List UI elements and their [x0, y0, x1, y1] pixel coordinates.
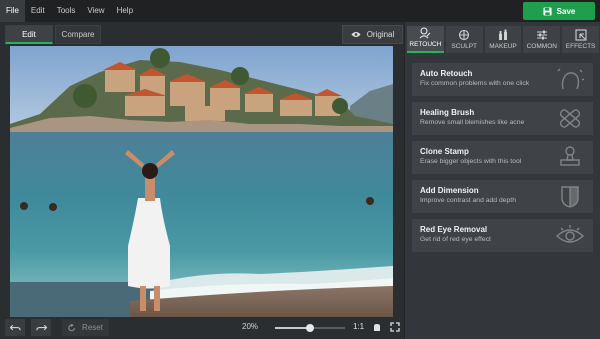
zoom-percent: 20% [242, 322, 259, 331]
save-label: Save [556, 6, 576, 16]
redo-button[interactable] [31, 319, 51, 336]
tab-retouch-label: RETOUCH [409, 41, 442, 48]
view-toolbar: Edit Compare Original [0, 22, 404, 46]
menu-tools[interactable]: Tools [51, 0, 82, 22]
category-tabs: RETOUCH SCULPT MAKEUP COMMON EFFECTS [407, 26, 599, 53]
tab-retouch[interactable]: RETOUCH [407, 26, 444, 53]
redo-icon [35, 324, 47, 330]
menu-view[interactable]: View [81, 0, 110, 22]
tool-auto-retouch[interactable]: Auto Retouch Fix common problems with on… [412, 63, 593, 96]
tab-common[interactable]: COMMON [523, 26, 561, 53]
undo-icon [9, 324, 21, 330]
zoom-slider-thumb[interactable] [306, 324, 314, 332]
menu-file[interactable]: File [0, 0, 25, 22]
menu-bar: File Edit Tools View Help Save [0, 0, 600, 22]
reset-label: Reset [82, 323, 103, 332]
original-button[interactable]: Original [342, 25, 403, 44]
tool-red-eye-removal[interactable]: Red Eye Removal Get rid of red eye effec… [412, 219, 593, 252]
tool-list: Auto Retouch Fix common problems with on… [412, 63, 593, 258]
tool-clone-stamp[interactable]: Clone Stamp Erase bigger objects with th… [412, 141, 593, 174]
undo-button[interactable] [5, 319, 25, 336]
tab-edit[interactable]: Edit [5, 25, 53, 44]
fullscreen-button[interactable] [389, 321, 401, 333]
tools-panel: RETOUCH SCULPT MAKEUP COMMON EFFECTS Aut… [404, 22, 600, 339]
tab-sculpt[interactable]: SCULPT [445, 26, 483, 53]
tab-common-label: COMMON [526, 43, 557, 50]
stamp-icon [560, 146, 580, 166]
sliders-icon [536, 30, 547, 40]
eye-icon [555, 225, 585, 243]
reset-button[interactable]: Reset [62, 319, 109, 336]
original-label: Original [366, 30, 395, 39]
hand-tool-button[interactable] [371, 321, 383, 333]
tool-add-dimension[interactable]: Add Dimension Improve contrast and add d… [412, 180, 593, 213]
makeup-icon [498, 29, 507, 40]
sculpt-icon [459, 29, 470, 41]
effects-icon [575, 29, 587, 41]
magic-face-icon [557, 68, 585, 90]
tab-compare[interactable]: Compare [55, 25, 101, 44]
reset-icon [68, 323, 75, 331]
photo-image [10, 46, 393, 317]
save-button[interactable]: Save [523, 2, 595, 20]
eye-view-icon [351, 32, 361, 37]
floppy-disk-icon [543, 6, 552, 16]
tab-effects[interactable]: EFFECTS [562, 26, 599, 53]
tab-effects-label: EFFECTS [565, 43, 596, 50]
hand-icon [374, 324, 380, 331]
zoom-slider-fill [275, 327, 310, 329]
retouch-icon [420, 27, 431, 39]
tab-makeup-label: MAKEUP [489, 43, 517, 50]
actual-size-button[interactable]: 1:1 [353, 322, 364, 331]
tab-makeup[interactable]: MAKEUP [484, 26, 522, 53]
dimension-face-icon [561, 186, 579, 208]
zoom-slider[interactable] [275, 324, 345, 332]
menu-help[interactable]: Help [111, 0, 139, 22]
tool-healing-brush[interactable]: Healing Brush Remove small blemishes lik… [412, 102, 593, 135]
bandage-icon [559, 109, 581, 128]
fullscreen-icon [390, 322, 400, 332]
bottom-bar: Reset 20% 1:1 [0, 317, 404, 339]
tab-sculpt-label: SCULPT [451, 43, 478, 50]
menu-edit[interactable]: Edit [25, 0, 51, 22]
photo-canvas[interactable] [10, 46, 393, 317]
